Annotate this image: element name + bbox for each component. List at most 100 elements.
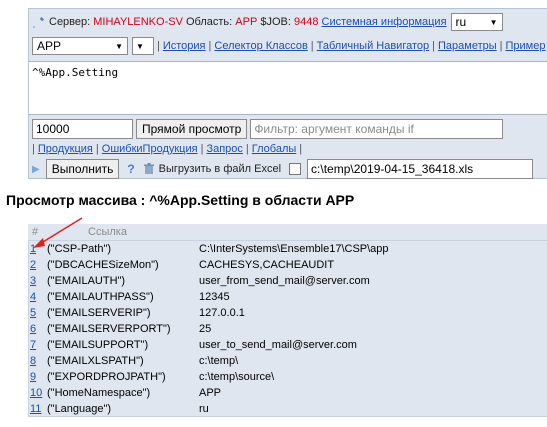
controls-row: 10000 Прямой просмотр Фильтр: аргумент к… — [32, 118, 504, 140]
direct-view-button[interactable]: Прямой просмотр — [136, 119, 248, 139]
results-table: # Ссылка 1 ("CSP-Path") C:\InterSystems\En… — [28, 224, 547, 417]
sysinfo-link[interactable]: Системная информация — [322, 16, 447, 28]
row-value: APP — [199, 387, 222, 399]
row-number-link[interactable]: 2 — [30, 259, 36, 271]
code-editor[interactable]: ^%App.Setting — [29, 61, 547, 115]
link-production[interactable]: Продукция — [38, 143, 93, 155]
row-number-link[interactable]: 11 — [30, 403, 41, 415]
language-value: ru — [455, 15, 467, 29]
table-row: 8 ("EMAILXLSPATH") c:\temp\ — [28, 353, 547, 369]
row-number-link[interactable]: 5 — [30, 307, 36, 319]
row-key: ("EMAILSUPPORT") — [47, 339, 149, 351]
row-value: CACHESYS,CACHEAUDIT — [199, 259, 335, 271]
row-number-link[interactable]: 1 — [30, 243, 36, 255]
nav-link-class-selector[interactable]: Селектор Классов — [214, 40, 307, 52]
row-key: ("EMAILSERVERPORT") — [47, 323, 171, 335]
table-row: 10 ("HomeNamespace") APP — [28, 385, 547, 401]
row-value: user_to_send_mail@server.com — [199, 339, 357, 351]
trash-icon[interactable] — [143, 163, 155, 175]
col-number-header: # — [32, 226, 39, 238]
nav-row: APP ▼ ▼ | История | Селектор Классов | Та… — [32, 36, 545, 56]
row-number-link[interactable]: 7 — [30, 339, 36, 351]
chevron-down-icon: ▼ — [136, 41, 144, 51]
table-row: 9 ("EXPORDPROJPATH") c:\temp\source\ — [28, 369, 547, 385]
job-value: 9448 — [294, 16, 319, 28]
namespace-select[interactable]: APP ▼ — [32, 37, 128, 55]
table-row: 7 ("EMAILSUPPORT") user_to_send_mail@serve… — [28, 337, 547, 353]
row-number-link[interactable]: 4 — [30, 291, 36, 303]
nav-separator: | — [157, 40, 160, 52]
table-row: 5 ("EMAILSERVERIP") 127.0.0.1 — [28, 305, 547, 321]
nav-link-history[interactable]: История — [163, 40, 206, 52]
row-number-link[interactable]: 8 — [30, 355, 36, 367]
link-separator: | — [299, 143, 303, 155]
file-path-input[interactable]: c:\temp\2019-04-15_36418.xls — [307, 159, 534, 179]
row-key: ("HomeNamespace") — [47, 387, 151, 399]
row-number-link[interactable]: 9 — [30, 371, 36, 383]
link-production-errors[interactable]: ОшибкиПродукция — [102, 143, 198, 155]
row-key: ("EMAILXLSPATH") — [47, 355, 144, 367]
row-key: ("Language") — [47, 403, 112, 415]
nav-separator: | — [208, 40, 212, 52]
link-separator: | — [200, 143, 204, 155]
export-label: Выгрузить в файл Excel — [158, 163, 282, 175]
language-select[interactable]: ru ▼ — [450, 13, 503, 31]
col-reference-header: Ссылка — [88, 226, 127, 238]
server-label: Сервер: — [49, 16, 91, 28]
wrench-icon — [32, 16, 45, 29]
nav-link-table-navigator[interactable]: Табличный Навигатор — [317, 40, 429, 52]
nav-link-parameters[interactable]: Параметры — [438, 40, 497, 52]
row-key: ("EXPORDPROJPATH") — [47, 371, 166, 383]
row-value: c:\temp\ — [199, 355, 239, 367]
link-separator: | — [95, 143, 99, 155]
row-number-link[interactable]: 3 — [30, 275, 36, 287]
page-title: Просмотр массива : ^%App.Setting в облас… — [6, 192, 355, 208]
help-icon[interactable]: ? — [127, 162, 134, 176]
secondary-select[interactable]: ▼ — [132, 37, 154, 55]
namespace-value: APP — [37, 39, 62, 53]
link-separator: | — [32, 143, 35, 155]
nav-link-examples[interactable]: Пример — [506, 40, 546, 52]
links-row: | Продукция | ОшибкиПродукция | Запрос |… — [32, 142, 305, 156]
link-globals[interactable]: Глобалы — [252, 143, 297, 155]
row-key: ("EMAILAUTH") — [47, 275, 126, 287]
row-value: ru — [199, 403, 209, 415]
table-header: # Ссылка — [28, 226, 547, 240]
link-query[interactable]: Запрос — [206, 143, 242, 155]
row-value: 127.0.0.1 — [199, 307, 245, 319]
link-separator: | — [245, 143, 249, 155]
row-key: ("EMAILAUTHPASS") — [47, 291, 154, 303]
server-value: MIHAYLENKO-SV — [93, 16, 183, 28]
nav-separator: | — [499, 40, 503, 52]
export-checkbox[interactable] — [289, 163, 302, 175]
count-input[interactable]: 10000 — [32, 119, 133, 139]
header-row: Сервер: MIHAYLENKO-SV Область: APP $JOB:… — [32, 12, 503, 32]
row-number-link[interactable]: 6 — [30, 323, 36, 335]
table-row: 2 ("DBCACHESizeMon") CACHESYS,CACHEAUDIT — [28, 257, 547, 273]
nav-separator: | — [432, 40, 435, 52]
table-row: 4 ("EMAILAUTHPASS") 12345 — [28, 289, 547, 305]
filter-placeholder: Фильтр: аргумент команды if — [254, 122, 414, 136]
area-label: Область: — [185, 16, 233, 28]
area-value: APP — [235, 16, 258, 28]
filter-input[interactable]: Фильтр: аргумент команды if — [250, 119, 504, 139]
row-value: user_from_send_mail@server.com — [199, 275, 370, 287]
row-key: ("EMAILSERVERIP") — [47, 307, 151, 319]
row-value: c:\temp\source\ — [199, 371, 275, 383]
row-key: ("DBCACHESizeMon") — [47, 259, 159, 271]
row-key: ("CSP-Path") — [47, 243, 112, 255]
execute-row: ▶ Выполнить ? Выгрузить в файл Excel c:\… — [32, 159, 534, 179]
chevron-down-icon: ▼ — [115, 41, 123, 51]
row-number-link[interactable]: 10 — [30, 387, 42, 399]
table-row: 6 ("EMAILSERVERPORT") 25 — [28, 321, 547, 337]
table-row: 11 ("Language") ru — [28, 401, 547, 417]
execute-button[interactable]: Выполнить — [45, 159, 120, 179]
row-value: C:\InterSystems\Ensemble17\CSP\app — [199, 243, 389, 255]
chevron-down-icon: ▼ — [489, 17, 498, 27]
table-row: 1 ("CSP-Path") C:\InterSystems\Ensemble17\… — [28, 241, 547, 257]
query-panel: Сервер: MIHAYLENKO-SV Область: APP $JOB:… — [28, 8, 547, 179]
row-value: 12345 — [199, 291, 230, 303]
job-label: $JOB: — [260, 16, 291, 28]
nav-separator: | — [310, 40, 314, 52]
code-text: ^%App.Setting — [32, 66, 119, 79]
